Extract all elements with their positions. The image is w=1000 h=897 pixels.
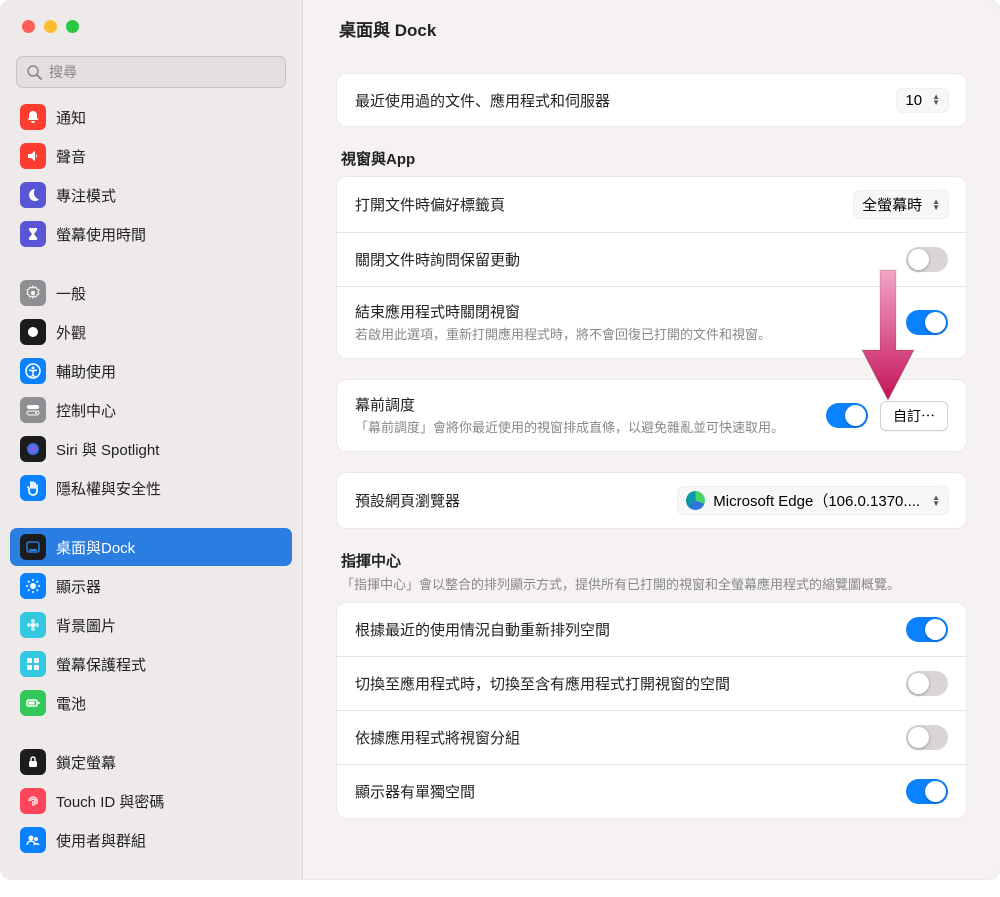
switches-icon xyxy=(20,397,46,423)
sidebar-item-label: 輔助使用 xyxy=(56,361,116,382)
tiles-icon xyxy=(20,651,46,677)
page-title: 桌面與 Dock xyxy=(339,16,436,41)
sidebar-item-screen-time[interactable]: 螢幕使用時間 xyxy=(10,215,292,253)
battery-icon xyxy=(20,690,46,716)
sidebar-item-label: 螢幕使用時間 xyxy=(56,224,146,245)
sidebar-item-touch-id[interactable]: Touch ID 與密碼 xyxy=(10,782,292,820)
sidebar: 通知聲音專注模式螢幕使用時間一般外觀輔助使用控制中心 Siri 與 Spotlig… xyxy=(0,0,303,879)
hourglass-icon xyxy=(20,221,46,247)
sidebar-item-label: 背景圖片 xyxy=(56,615,116,636)
sidebar-item-label: 一般 xyxy=(56,283,86,304)
sidebar-item-label: 螢幕保護程式 xyxy=(56,654,146,675)
close-window-button[interactable] xyxy=(22,20,35,33)
close-windows-quit-toggle[interactable] xyxy=(906,310,948,335)
prefer-tabs-label: 打開文件時偏好標籤頁 xyxy=(355,194,842,215)
flower-icon xyxy=(20,612,46,638)
dock-icon xyxy=(20,534,46,560)
chevron-updown-icon: ▲▼ xyxy=(928,199,940,211)
sidebar-item-notifications[interactable]: 通知 xyxy=(10,98,292,136)
sidebar-item-label: 電池 xyxy=(56,693,86,714)
zoom-window-button[interactable] xyxy=(66,20,79,33)
windows-section-header: 視窗與App xyxy=(337,148,966,177)
sidebar-item-control-center[interactable]: 控制中心 xyxy=(10,391,292,429)
stage-manager-toggle[interactable] xyxy=(826,403,868,428)
edge-icon xyxy=(686,491,705,510)
sidebar-item-label: 顯示器 xyxy=(56,576,101,597)
sidebar-item-lock-screen[interactable]: 鎖定螢幕 xyxy=(10,743,292,781)
main-header: 桌面與 Dock xyxy=(303,0,1000,56)
main-pane: 桌面與 Dock 最近使用過的文件、應用程式和伺服器 10 ▲▼ 視窗與App xyxy=(303,0,1000,879)
recent-items-row: 最近使用過的文件、應用程式和伺服器 10 ▲▼ xyxy=(337,74,966,126)
sidebar-item-accessibility[interactable]: 輔助使用 xyxy=(10,352,292,390)
sidebar-item-siri[interactable]: Siri 與 Spotlight xyxy=(10,430,292,468)
sidebar-item-sound[interactable]: 聲音 xyxy=(10,137,292,175)
lock-icon xyxy=(20,749,46,775)
sidebar-item-label: Siri 與 Spotlight xyxy=(56,439,159,460)
hand-icon xyxy=(20,475,46,501)
sidebar-item-label: 桌面與Dock xyxy=(56,537,135,558)
bell-icon xyxy=(20,104,46,130)
stage-manager-label: 幕前調度 xyxy=(355,394,814,415)
chevron-updown-icon: ▲▼ xyxy=(928,495,940,507)
default-browser-popup[interactable]: Microsoft Edge（106.0.1370.... ▲▼ xyxy=(678,487,948,514)
accessibility-icon xyxy=(20,358,46,384)
mc-group-by-app-toggle[interactable] xyxy=(906,725,948,750)
sidebar-item-appearance[interactable]: 外觀 xyxy=(10,313,292,351)
mc-auto-rearrange-toggle[interactable] xyxy=(906,617,948,642)
sidebar-item-label: Touch ID 與密碼 xyxy=(56,791,164,812)
mc-displays-spaces-toggle[interactable] xyxy=(906,779,948,804)
content-scroll[interactable]: 最近使用過的文件、應用程式和伺服器 10 ▲▼ 視窗與App 打開文件時偏好標籤… xyxy=(303,56,1000,879)
mc-switch-space-toggle[interactable] xyxy=(906,671,948,696)
appearance-icon xyxy=(20,319,46,345)
fingerprint-icon xyxy=(20,788,46,814)
stage-manager-customize-button[interactable]: 自訂⋯ xyxy=(880,401,948,431)
sidebar-item-label: 專注模式 xyxy=(56,185,116,206)
sidebar-item-screensaver[interactable]: 螢幕保護程式 xyxy=(10,645,292,683)
brightness-icon xyxy=(20,573,46,599)
sidebar-item-label: 外觀 xyxy=(56,322,86,343)
sidebar-item-focus[interactable]: 專注模式 xyxy=(10,176,292,214)
sidebar-item-battery[interactable]: 電池 xyxy=(10,684,292,722)
users-icon xyxy=(20,827,46,853)
sidebar-item-privacy[interactable]: 隱私權與安全性 xyxy=(10,469,292,507)
ask-keep-changes-toggle[interactable] xyxy=(906,247,948,272)
close-windows-quit-label: 結束應用程式時關閉視窗 xyxy=(355,301,894,322)
recent-items-value: 10 xyxy=(905,92,922,109)
mission-control-title: 指揮中心 xyxy=(341,550,962,571)
sidebar-item-desktop-dock[interactable]: 桌面與Dock xyxy=(10,528,292,566)
siri-icon xyxy=(20,436,46,462)
sidebar-item-wallpaper[interactable]: 背景圖片 xyxy=(10,606,292,644)
moon-icon xyxy=(20,182,46,208)
window-controls xyxy=(0,0,302,52)
sidebar-item-general[interactable]: 一般 xyxy=(10,274,292,312)
minimize-window-button[interactable] xyxy=(44,20,57,33)
sidebar-item-label: 控制中心 xyxy=(56,400,116,421)
sidebar-item-label: 鎖定螢幕 xyxy=(56,752,116,773)
ask-keep-changes-label: 關閉文件時詢問保留更動 xyxy=(355,249,894,270)
sidebar-item-label: 使用者與群組 xyxy=(56,830,146,851)
recent-items-popup[interactable]: 10 ▲▼ xyxy=(897,89,948,112)
sidebar-item-label: 聲音 xyxy=(56,146,86,167)
default-browser-label: 預設網頁瀏覽器 xyxy=(355,490,666,511)
search-input[interactable] xyxy=(16,56,286,88)
gear-icon xyxy=(20,280,46,306)
sidebar-list[interactable]: 通知聲音專注模式螢幕使用時間一般外觀輔助使用控制中心 Siri 與 Spotlig… xyxy=(0,98,302,879)
sidebar-item-displays[interactable]: 顯示器 xyxy=(10,567,292,605)
sidebar-item-label: 隱私權與安全性 xyxy=(56,478,161,499)
speaker-icon xyxy=(20,143,46,169)
prefer-tabs-popup[interactable]: 全螢幕時 ▲▼ xyxy=(854,191,948,218)
chevron-updown-icon: ▲▼ xyxy=(928,94,940,106)
recent-items-label: 最近使用過的文件、應用程式和伺服器 xyxy=(355,90,885,111)
sidebar-item-label: 通知 xyxy=(56,107,86,128)
sidebar-item-users[interactable]: 使用者與群組 xyxy=(10,821,292,859)
